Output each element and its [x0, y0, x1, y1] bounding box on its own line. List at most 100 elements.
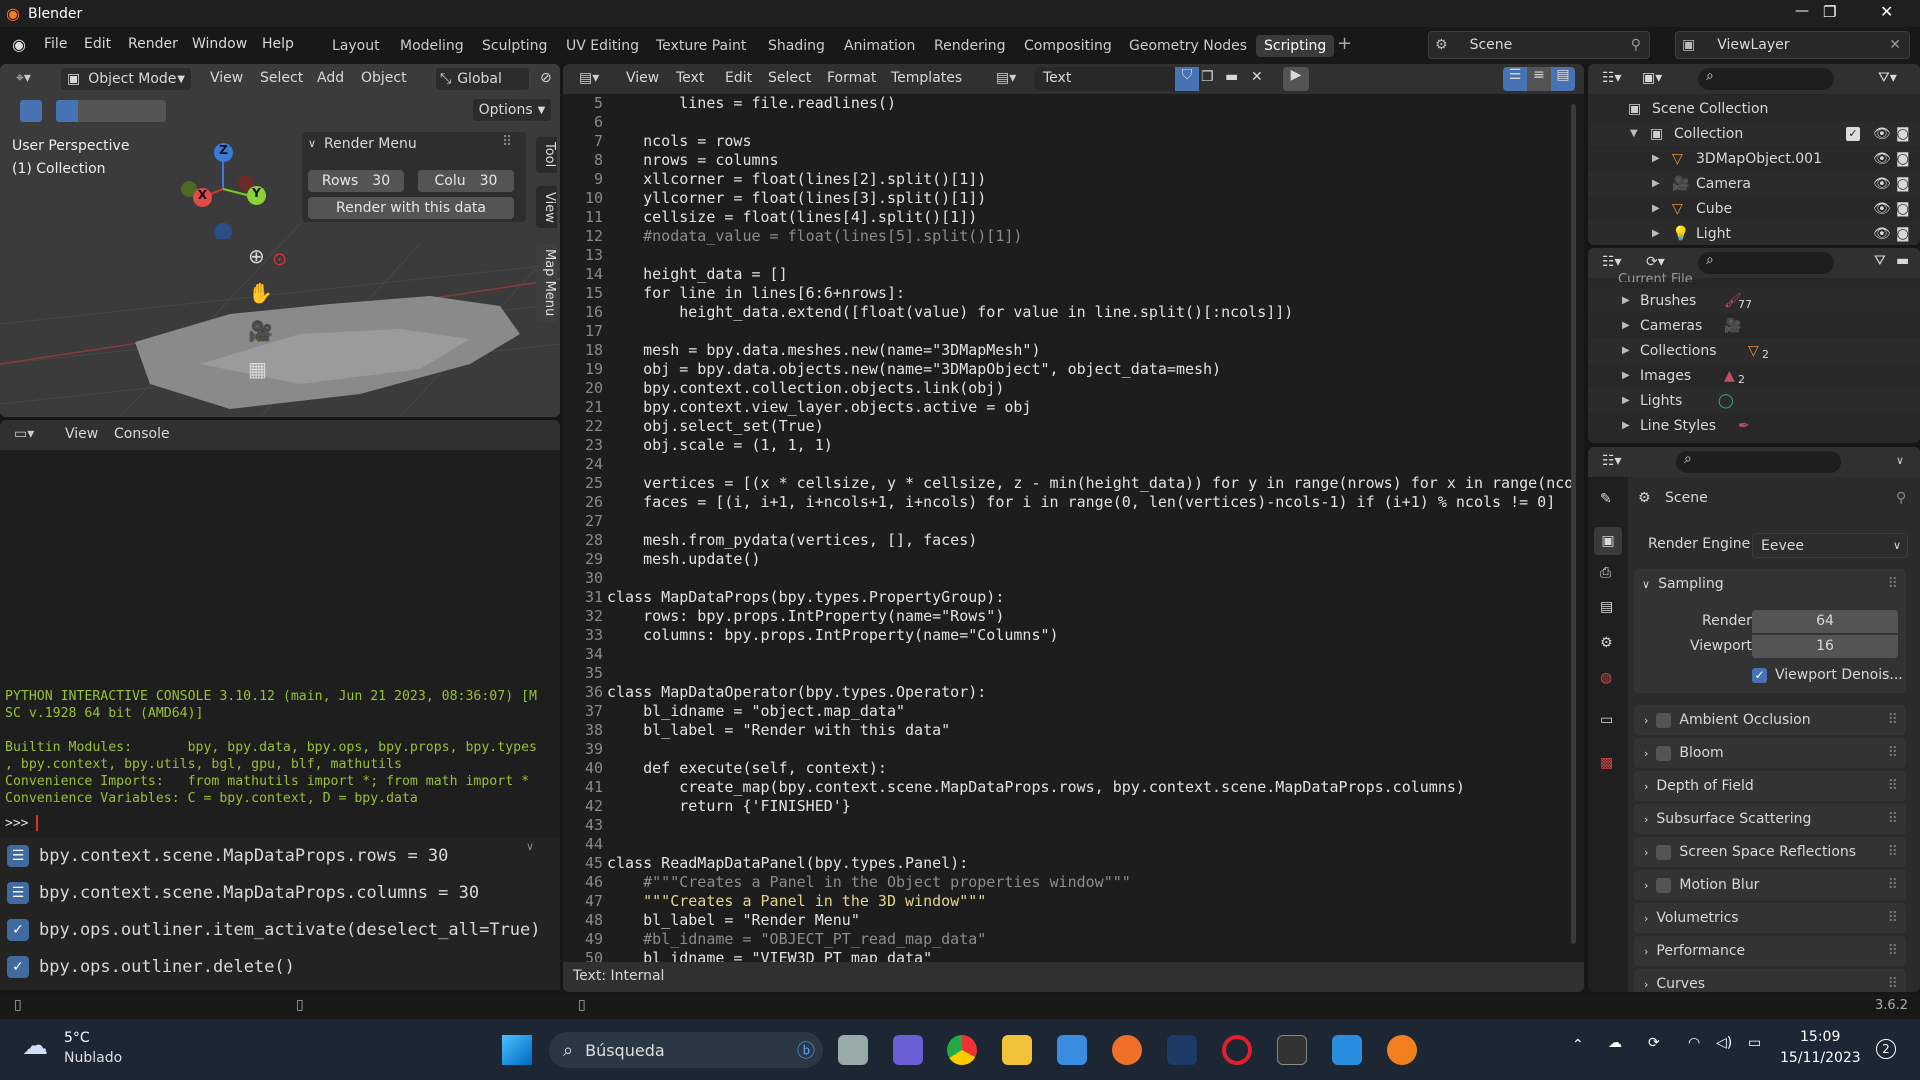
clock-date[interactable]: 15/11/2023: [1780, 1050, 1861, 1066]
viewport-denoising-checkbox[interactable]: ✓ Viewport Denois...: [1752, 667, 1903, 683]
texture-tab-icon[interactable]: ▩: [1600, 755, 1613, 771]
menu-edit[interactable]: Edit: [84, 36, 111, 52]
teams-icon[interactable]: [893, 1035, 923, 1065]
code-line[interactable]: 49 #bl_idname = "OBJECT_PT_read_map_data…: [563, 930, 1563, 949]
properties-panel-header[interactable]: › Curves ⠿: [1634, 969, 1906, 992]
code-line[interactable]: 35: [563, 664, 1563, 683]
close-icon[interactable]: ✕: [1889, 37, 1901, 53]
drag-handle-icon[interactable]: ⠿: [1888, 811, 1898, 827]
code-line[interactable]: 43: [563, 816, 1563, 835]
outliner-item[interactable]: ▶ 💡 Light 👁 ◙: [1588, 221, 1920, 245]
code-line[interactable]: 25 vertices = [(x * cellsize, y * cellsi…: [563, 474, 1573, 493]
gizmo-x-axis[interactable]: X: [193, 188, 212, 207]
tab-animation[interactable]: Animation: [836, 35, 923, 57]
visibility-eye-icon[interactable]: 👁: [1873, 126, 1891, 142]
drag-handle-icon[interactable]: ⠿: [502, 134, 512, 150]
outliner-item[interactable]: ▶ 🎥 Camera 👁 ◙: [1588, 171, 1920, 196]
code-line[interactable]: 9 xllcorner = float(lines[2].split()[1]): [563, 170, 1563, 189]
chevron-down-icon[interactable]: ∨: [308, 137, 316, 150]
expand-arrow-icon[interactable]: ▶: [1652, 203, 1660, 214]
render-tab-icon[interactable]: ▣: [1594, 527, 1622, 555]
scene-selector[interactable]: ⚙ Scene ⚲: [1428, 31, 1650, 59]
word-wrap-toggle-icon[interactable]: ≡: [1527, 67, 1551, 91]
code-line[interactable]: 46 #"""Creates a Panel in the Object pro…: [563, 873, 1563, 892]
chevron-down-icon[interactable]: ∨: [1896, 454, 1904, 467]
code-line[interactable]: 22 obj.select_set(True): [563, 417, 1563, 436]
sync-icon[interactable]: ⟳: [1648, 1035, 1660, 1051]
code-line[interactable]: 7 ncols = rows: [563, 132, 1563, 151]
outliner-item[interactable]: ▶ ▽ Cube 👁 ◙: [1588, 196, 1920, 221]
code-line[interactable]: 23 obj.scale = (1, 1, 1): [563, 436, 1563, 455]
code-line[interactable]: 19 obj = bpy.data.objects.new(name="3DMa…: [563, 360, 1563, 379]
properties-editor[interactable]: ☷▾ ⌕ ∨ ✎ ▣ ⎙ ▤ ⚙ ◍ ▭ ▩ ⚙ Scene ⚲ Render …: [1588, 447, 1920, 992]
mode-set-icon[interactable]: [56, 100, 78, 122]
tab-scripting[interactable]: Scripting: [1256, 35, 1335, 57]
object-mode-dropdown[interactable]: ▣ Object Mode ▼: [60, 67, 192, 91]
orientation-dropdown[interactable]: ⤡ Global: [435, 67, 530, 91]
mode-intersect-icon[interactable]: [144, 100, 166, 122]
panel-enable-checkbox[interactable]: [1656, 877, 1672, 893]
tab-rendering[interactable]: Rendering: [926, 35, 1014, 57]
tab-shading[interactable]: Shading: [760, 35, 833, 57]
drag-handle-icon[interactable]: ⠿: [1888, 576, 1898, 592]
scene-tab-icon[interactable]: ⚙: [1600, 635, 1613, 651]
gizmo-z-axis[interactable]: Z: [214, 143, 233, 162]
tab-compositing[interactable]: Compositing: [1016, 35, 1120, 57]
render-camera-icon[interactable]: ◙: [1896, 126, 1910, 142]
properties-search-input[interactable]: ⌕: [1676, 451, 1841, 473]
code-line[interactable]: 33 columns: bpy.props.IntProperty(name="…: [563, 626, 1563, 645]
visibility-eye-icon[interactable]: 👁: [1873, 151, 1891, 167]
chevron-down-icon[interactable]: ∨: [526, 840, 534, 853]
render-camera-icon[interactable]: ◙: [1896, 176, 1910, 192]
opera-icon[interactable]: [1222, 1035, 1252, 1065]
outliner-item[interactable]: ▣ Scene Collection: [1588, 96, 1920, 121]
powershell-icon[interactable]: [1167, 1035, 1197, 1065]
render-camera-icon[interactable]: ◙: [1896, 151, 1910, 167]
volume-icon[interactable]: ◁): [1716, 1035, 1732, 1051]
file-explorer-icon[interactable]: [1002, 1035, 1032, 1065]
open-folder-icon[interactable]: ▬: [1225, 69, 1238, 85]
menu-select[interactable]: Select: [260, 70, 303, 86]
visibility-eye-icon[interactable]: 👁: [1873, 226, 1891, 242]
duplicate-icon[interactable]: ❐: [1201, 69, 1214, 85]
zoom-icon[interactable]: ⊕: [248, 244, 265, 268]
menu-console[interactable]: Console: [114, 426, 170, 442]
drag-handle-icon[interactable]: ⠿: [1888, 976, 1898, 992]
tab-layout[interactable]: Layout: [324, 35, 388, 57]
tab-texture-paint[interactable]: Texture Paint: [648, 35, 754, 57]
properties-panel-header[interactable]: › Depth of Field ⠿: [1634, 771, 1906, 801]
code-line[interactable]: 21 bpy.context.view_layer.objects.active…: [563, 398, 1563, 417]
text-editor[interactable]: ▤▾ View Text Edit Select Format Template…: [563, 64, 1584, 992]
drag-handle-icon[interactable]: ⠿: [1888, 943, 1898, 959]
code-line[interactable]: 37 bl_idname = "object.map_data": [563, 702, 1563, 721]
output-tab-icon[interactable]: ⎙: [1600, 565, 1611, 581]
collection-tab-icon[interactable]: ▭: [1600, 712, 1613, 728]
code-line[interactable]: 8 nrows = columns: [563, 151, 1563, 170]
drag-handle-icon[interactable]: ⠿: [1888, 910, 1898, 926]
windows-start-icon[interactable]: [502, 1035, 532, 1065]
menu-render[interactable]: Render: [128, 36, 178, 52]
terminal-icon[interactable]: [1277, 1035, 1307, 1065]
show-hidden-icons-icon[interactable]: ⌃: [1572, 1037, 1584, 1053]
sampling-panel-header[interactable]: ∨ Sampling ⠿: [1634, 569, 1906, 599]
menu-view[interactable]: View: [626, 70, 659, 86]
task-view-icon[interactable]: [838, 1035, 868, 1065]
editor-type-icon[interactable]: ⌖▾: [16, 70, 31, 86]
menu-templates[interactable]: Templates: [891, 70, 962, 86]
menu-add[interactable]: Add: [317, 70, 344, 86]
code-line[interactable]: 10 yllcorner = float(lines[3].split()[1]…: [563, 189, 1563, 208]
panel-enable-checkbox[interactable]: [1656, 712, 1672, 728]
filter-icon[interactable]: ⛛: [1874, 253, 1886, 269]
rows-field[interactable]: Rows 30: [308, 170, 404, 192]
code-line[interactable]: 30: [563, 569, 1563, 588]
columns-field[interactable]: Colu 30: [418, 170, 514, 192]
display-mode-icon[interactable]: ⟳▾: [1646, 254, 1665, 270]
outliner-search-input[interactable]: ⌕: [1698, 68, 1834, 90]
expand-arrow-icon[interactable]: ▶: [1622, 395, 1630, 406]
viewport-3d[interactable]: ⌖▾ ▣ Object Mode ▼ View Select Add Objec…: [0, 64, 560, 417]
code-line[interactable]: 44: [563, 835, 1563, 854]
visibility-eye-icon[interactable]: 👁: [1873, 176, 1891, 192]
vscode-icon[interactable]: [1332, 1035, 1362, 1065]
minimize-button[interactable]: —: [1795, 3, 1809, 19]
code-line[interactable]: 26 faces = [(i, i+1, i+ncols+1, i+ncols)…: [563, 493, 1563, 512]
